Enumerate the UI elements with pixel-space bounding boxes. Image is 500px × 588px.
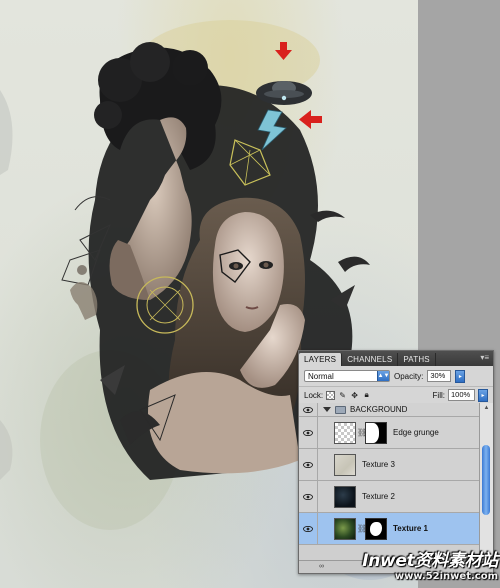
scroll-thumb[interactable] — [482, 445, 490, 515]
blend-opacity-row: Normal ▲▼ Opacity: 30% ▸ — [299, 366, 493, 387]
layer-texture-2[interactable]: Texture 2 — [299, 481, 479, 513]
lock-fill-row: Lock: ✎ ✥ 🔒︎ Fill: 100% ▸ — [299, 387, 493, 404]
visibility-toggle[interactable] — [299, 403, 318, 416]
layer-mask-thumbnail[interactable] — [365, 517, 387, 540]
lock-transparent-icon[interactable] — [326, 390, 336, 400]
layers-panel: LAYERS CHANNELS PATHS ▾≡ Normal ▲▼ Opaci… — [298, 350, 494, 574]
red-arrow-left — [299, 110, 322, 129]
eye-icon — [303, 525, 313, 532]
opacity-label: Opacity: — [394, 371, 424, 381]
layer-group-background[interactable]: BACKGROUND — [299, 403, 479, 417]
fill-label: Fill: — [432, 390, 445, 400]
layer-list: BACKGROUND ⛓ Edge grunge Texture 3 Textu… — [299, 403, 479, 561]
watermark-title: Inwet资料素材站 — [362, 551, 498, 571]
eye-icon — [303, 461, 313, 468]
folder-icon — [335, 405, 346, 414]
visibility-toggle[interactable] — [299, 417, 318, 448]
panel-tabbar: LAYERS CHANNELS PATHS ▾≡ — [299, 351, 493, 366]
visibility-toggle[interactable] — [299, 449, 318, 480]
eye-icon — [303, 406, 313, 413]
layer-thumbnail[interactable] — [334, 485, 356, 508]
layer-name: Texture 1 — [393, 524, 428, 533]
link-chain-icon[interactable]: ⛓ — [357, 524, 367, 533]
tab-layers[interactable]: LAYERS — [299, 353, 343, 366]
panel-menu-icon[interactable]: ▾≡ — [480, 353, 489, 363]
tab-channels[interactable]: CHANNELS — [342, 353, 399, 366]
lock-position-icon[interactable]: ✥ — [350, 391, 359, 400]
layer-texture-1[interactable]: ⛓ Texture 1 — [299, 513, 479, 545]
watermark-url: www.52inwet.com — [394, 571, 498, 582]
opacity-field[interactable]: 30% — [427, 370, 452, 382]
tab-paths[interactable]: PATHS — [398, 353, 436, 366]
layer-edge-grunge[interactable]: ⛓ Edge grunge — [299, 417, 479, 449]
link-chain-icon[interactable]: ⛓ — [357, 428, 367, 437]
eye-icon — [303, 493, 313, 500]
layer-name: Edge grunge — [393, 428, 439, 437]
lock-label: Lock: — [304, 390, 324, 400]
site-watermark: Inwet资料素材站 www.52inwet.com — [362, 546, 498, 582]
fill-dropdown-icon[interactable]: ▸ — [478, 388, 488, 402]
lock-image-icon[interactable]: ✎ — [338, 391, 347, 400]
blend-mode-value: Normal — [308, 371, 334, 381]
opacity-dropdown-icon[interactable]: ▸ — [455, 369, 466, 383]
layer-thumbnail[interactable] — [334, 453, 356, 476]
layer-thumbnail[interactable] — [334, 517, 356, 540]
eye-icon — [303, 429, 313, 436]
layer-name: Texture 3 — [362, 460, 395, 469]
layer-thumbnail[interactable] — [334, 421, 356, 444]
expand-triangle-icon[interactable] — [323, 407, 331, 412]
scroll-up-icon[interactable]: ▲ — [481, 404, 492, 413]
fill-field[interactable]: 100% — [448, 389, 475, 401]
visibility-toggle[interactable] — [299, 513, 318, 544]
layers-scrollbar[interactable]: ▲ ▼ — [479, 403, 493, 561]
layer-name: BACKGROUND — [350, 405, 408, 414]
visibility-toggle[interactable] — [299, 481, 318, 512]
select-arrows-icon: ▲▼ — [377, 371, 390, 381]
blend-mode-select[interactable]: Normal ▲▼ — [304, 370, 390, 382]
layer-name: Texture 2 — [362, 492, 395, 501]
lock-all-icon[interactable]: 🔒︎ — [362, 390, 371, 400]
layer-mask-thumbnail[interactable] — [365, 421, 387, 444]
layer-texture-3[interactable]: Texture 3 — [299, 449, 479, 481]
link-layers-icon[interactable]: ∞ — [319, 563, 324, 570]
